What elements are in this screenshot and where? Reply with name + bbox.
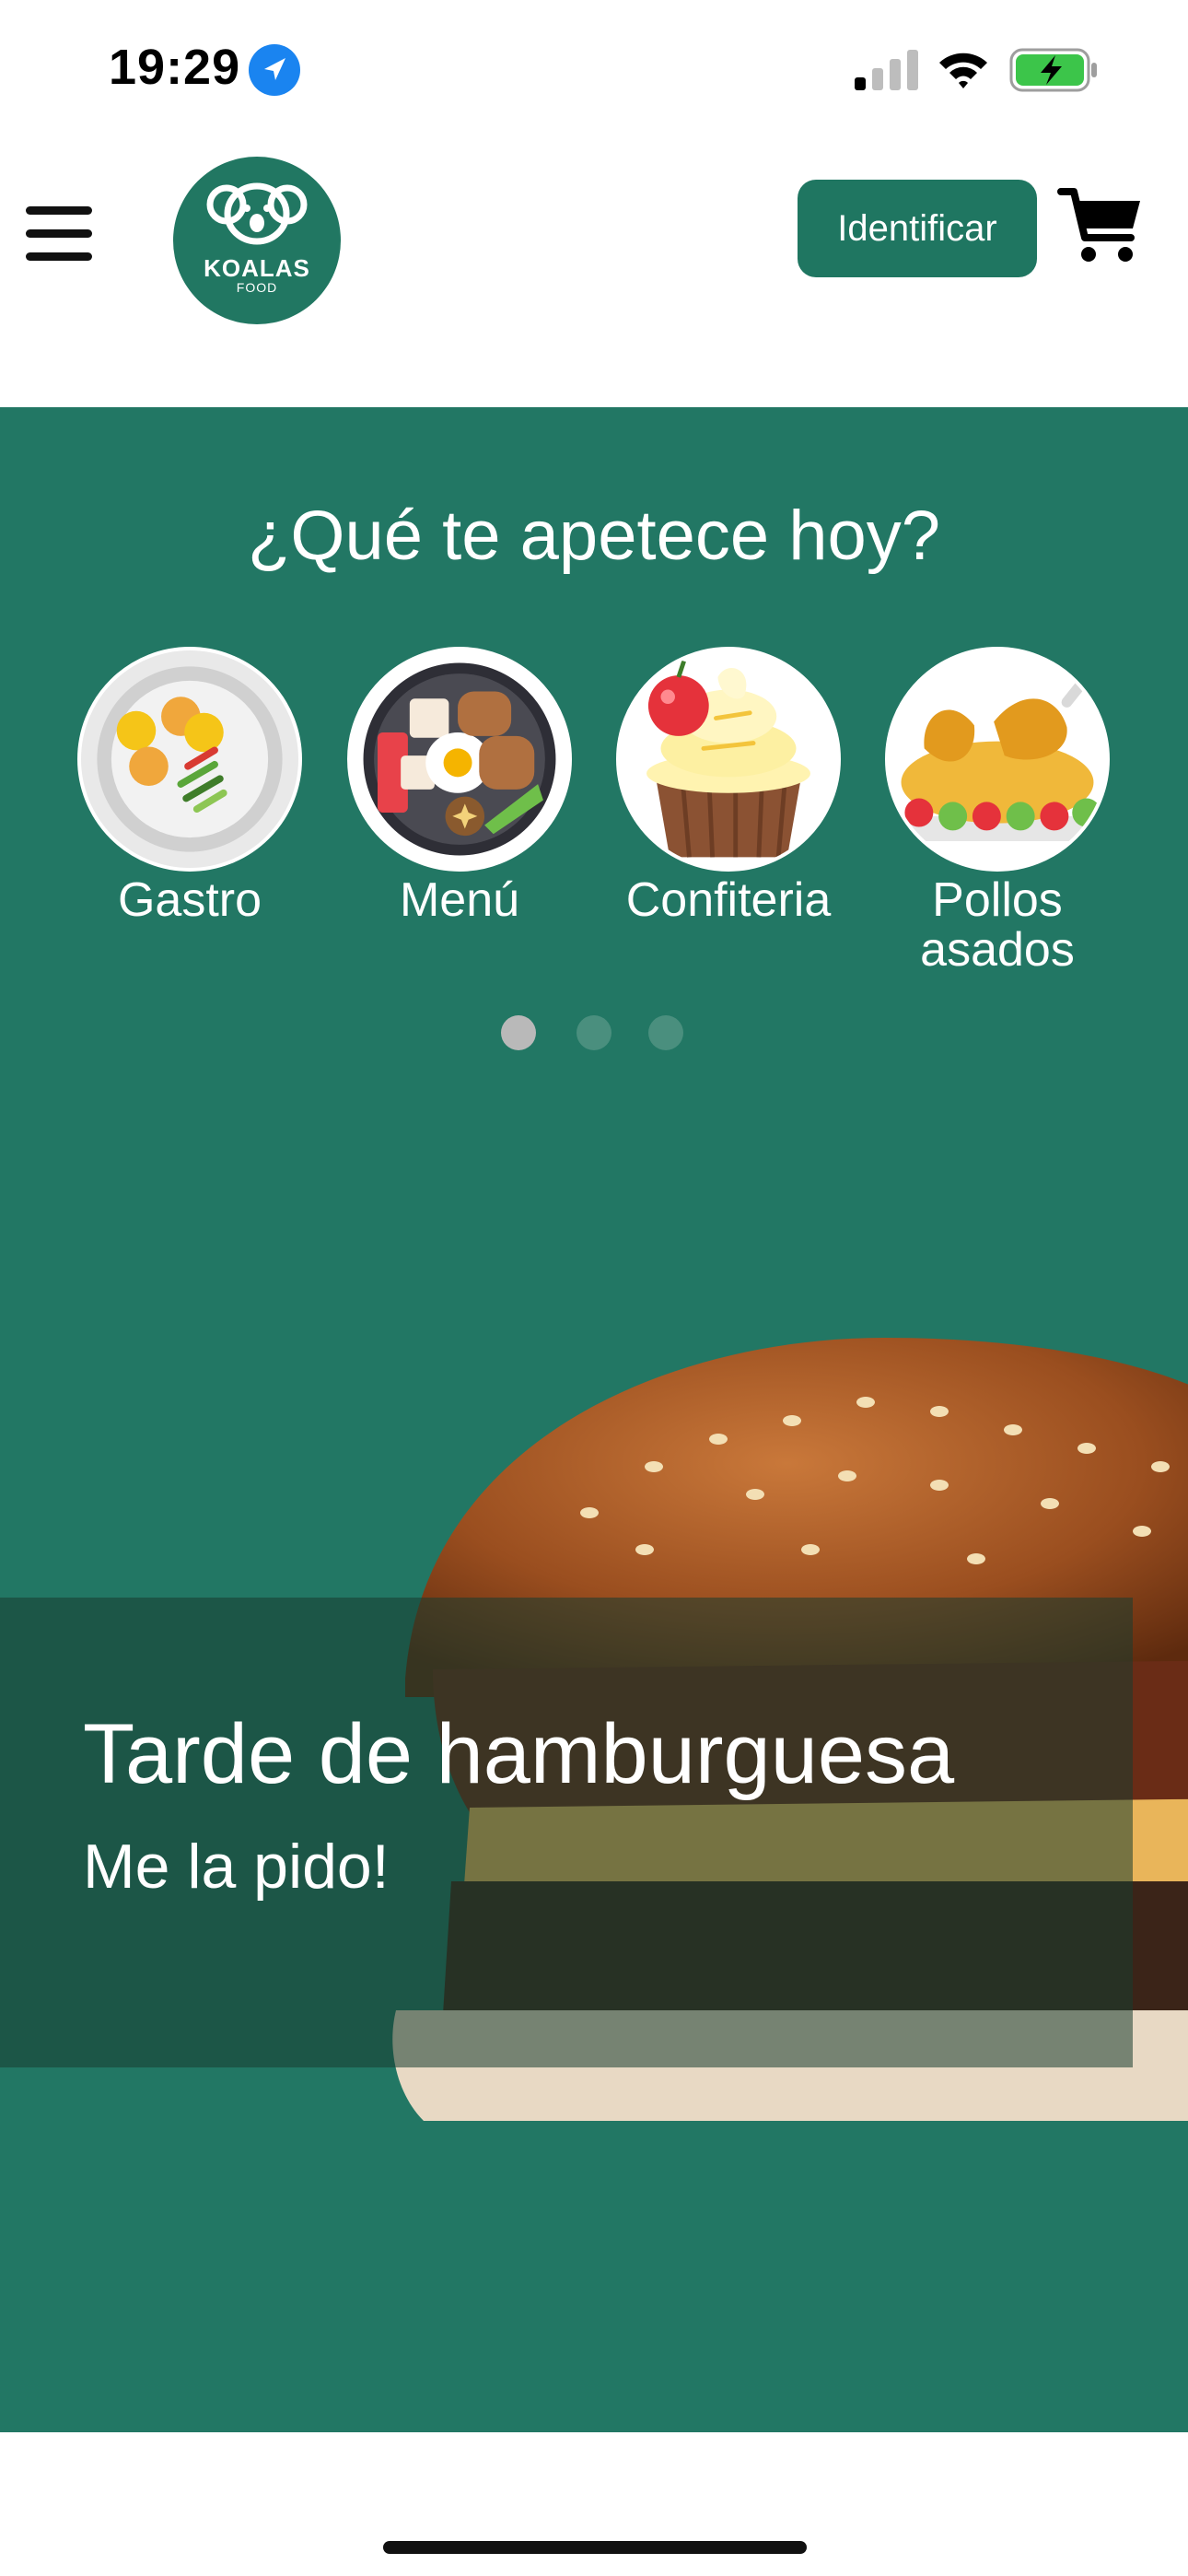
category-label: Menú: [399, 873, 520, 927]
plate-icon: [77, 647, 302, 872]
hamburger-menu-icon[interactable]: [26, 205, 96, 263]
roast-chicken-icon: [885, 647, 1110, 872]
category-menu[interactable]: Menú: [344, 647, 575, 925]
category-label: Pollos asados: [920, 873, 1075, 977]
promo-title: Tarde de hamburguesa: [83, 1707, 955, 1801]
category-label: Gastro: [117, 873, 262, 927]
location-arrow-icon: [249, 44, 300, 96]
promo-subtitle[interactable]: Me la pido!: [83, 1831, 390, 1903]
shopping-cart-icon[interactable]: [1057, 184, 1144, 267]
category-label: Confiteria: [625, 873, 832, 927]
cupcake-icon: [616, 647, 841, 872]
carousel-pagination: [501, 1015, 694, 1052]
logo-subtext: FOOD: [236, 280, 278, 295]
header: KOALAS FOOD Identificar: [0, 138, 1188, 407]
cellular-signal-icon: [855, 50, 918, 90]
category-confiteria[interactable]: Confiteria: [613, 647, 844, 925]
carousel-dot-active[interactable]: [501, 1015, 536, 1050]
logo-text: KOALAS: [204, 254, 310, 282]
wifi-icon: [939, 53, 987, 88]
carousel-dot[interactable]: [577, 1015, 611, 1050]
category-gastro[interactable]: Gastro: [75, 647, 305, 925]
status-time: 19:29: [109, 40, 241, 95]
status-bar: 19:29: [0, 0, 1188, 138]
page: 19:29 KOALAS FOOD Identificar ¿Qué te ap…: [0, 0, 1188, 2576]
hero-section: ¿Qué te apetece hoy? Gastro Menú Confite…: [0, 407, 1188, 2432]
breakfast-pan-icon: [347, 647, 572, 872]
category-pollos-asados[interactable]: Pollos asados: [882, 647, 1112, 975]
home-indicator[interactable]: [383, 2541, 807, 2554]
battery-charging-icon: [1009, 48, 1097, 92]
hero-title: ¿Qué te apetece hoy?: [247, 497, 941, 575]
koalas-food-logo[interactable]: KOALAS FOOD: [173, 157, 341, 324]
carousel-dot[interactable]: [648, 1015, 683, 1050]
identify-button[interactable]: Identificar: [798, 180, 1037, 277]
